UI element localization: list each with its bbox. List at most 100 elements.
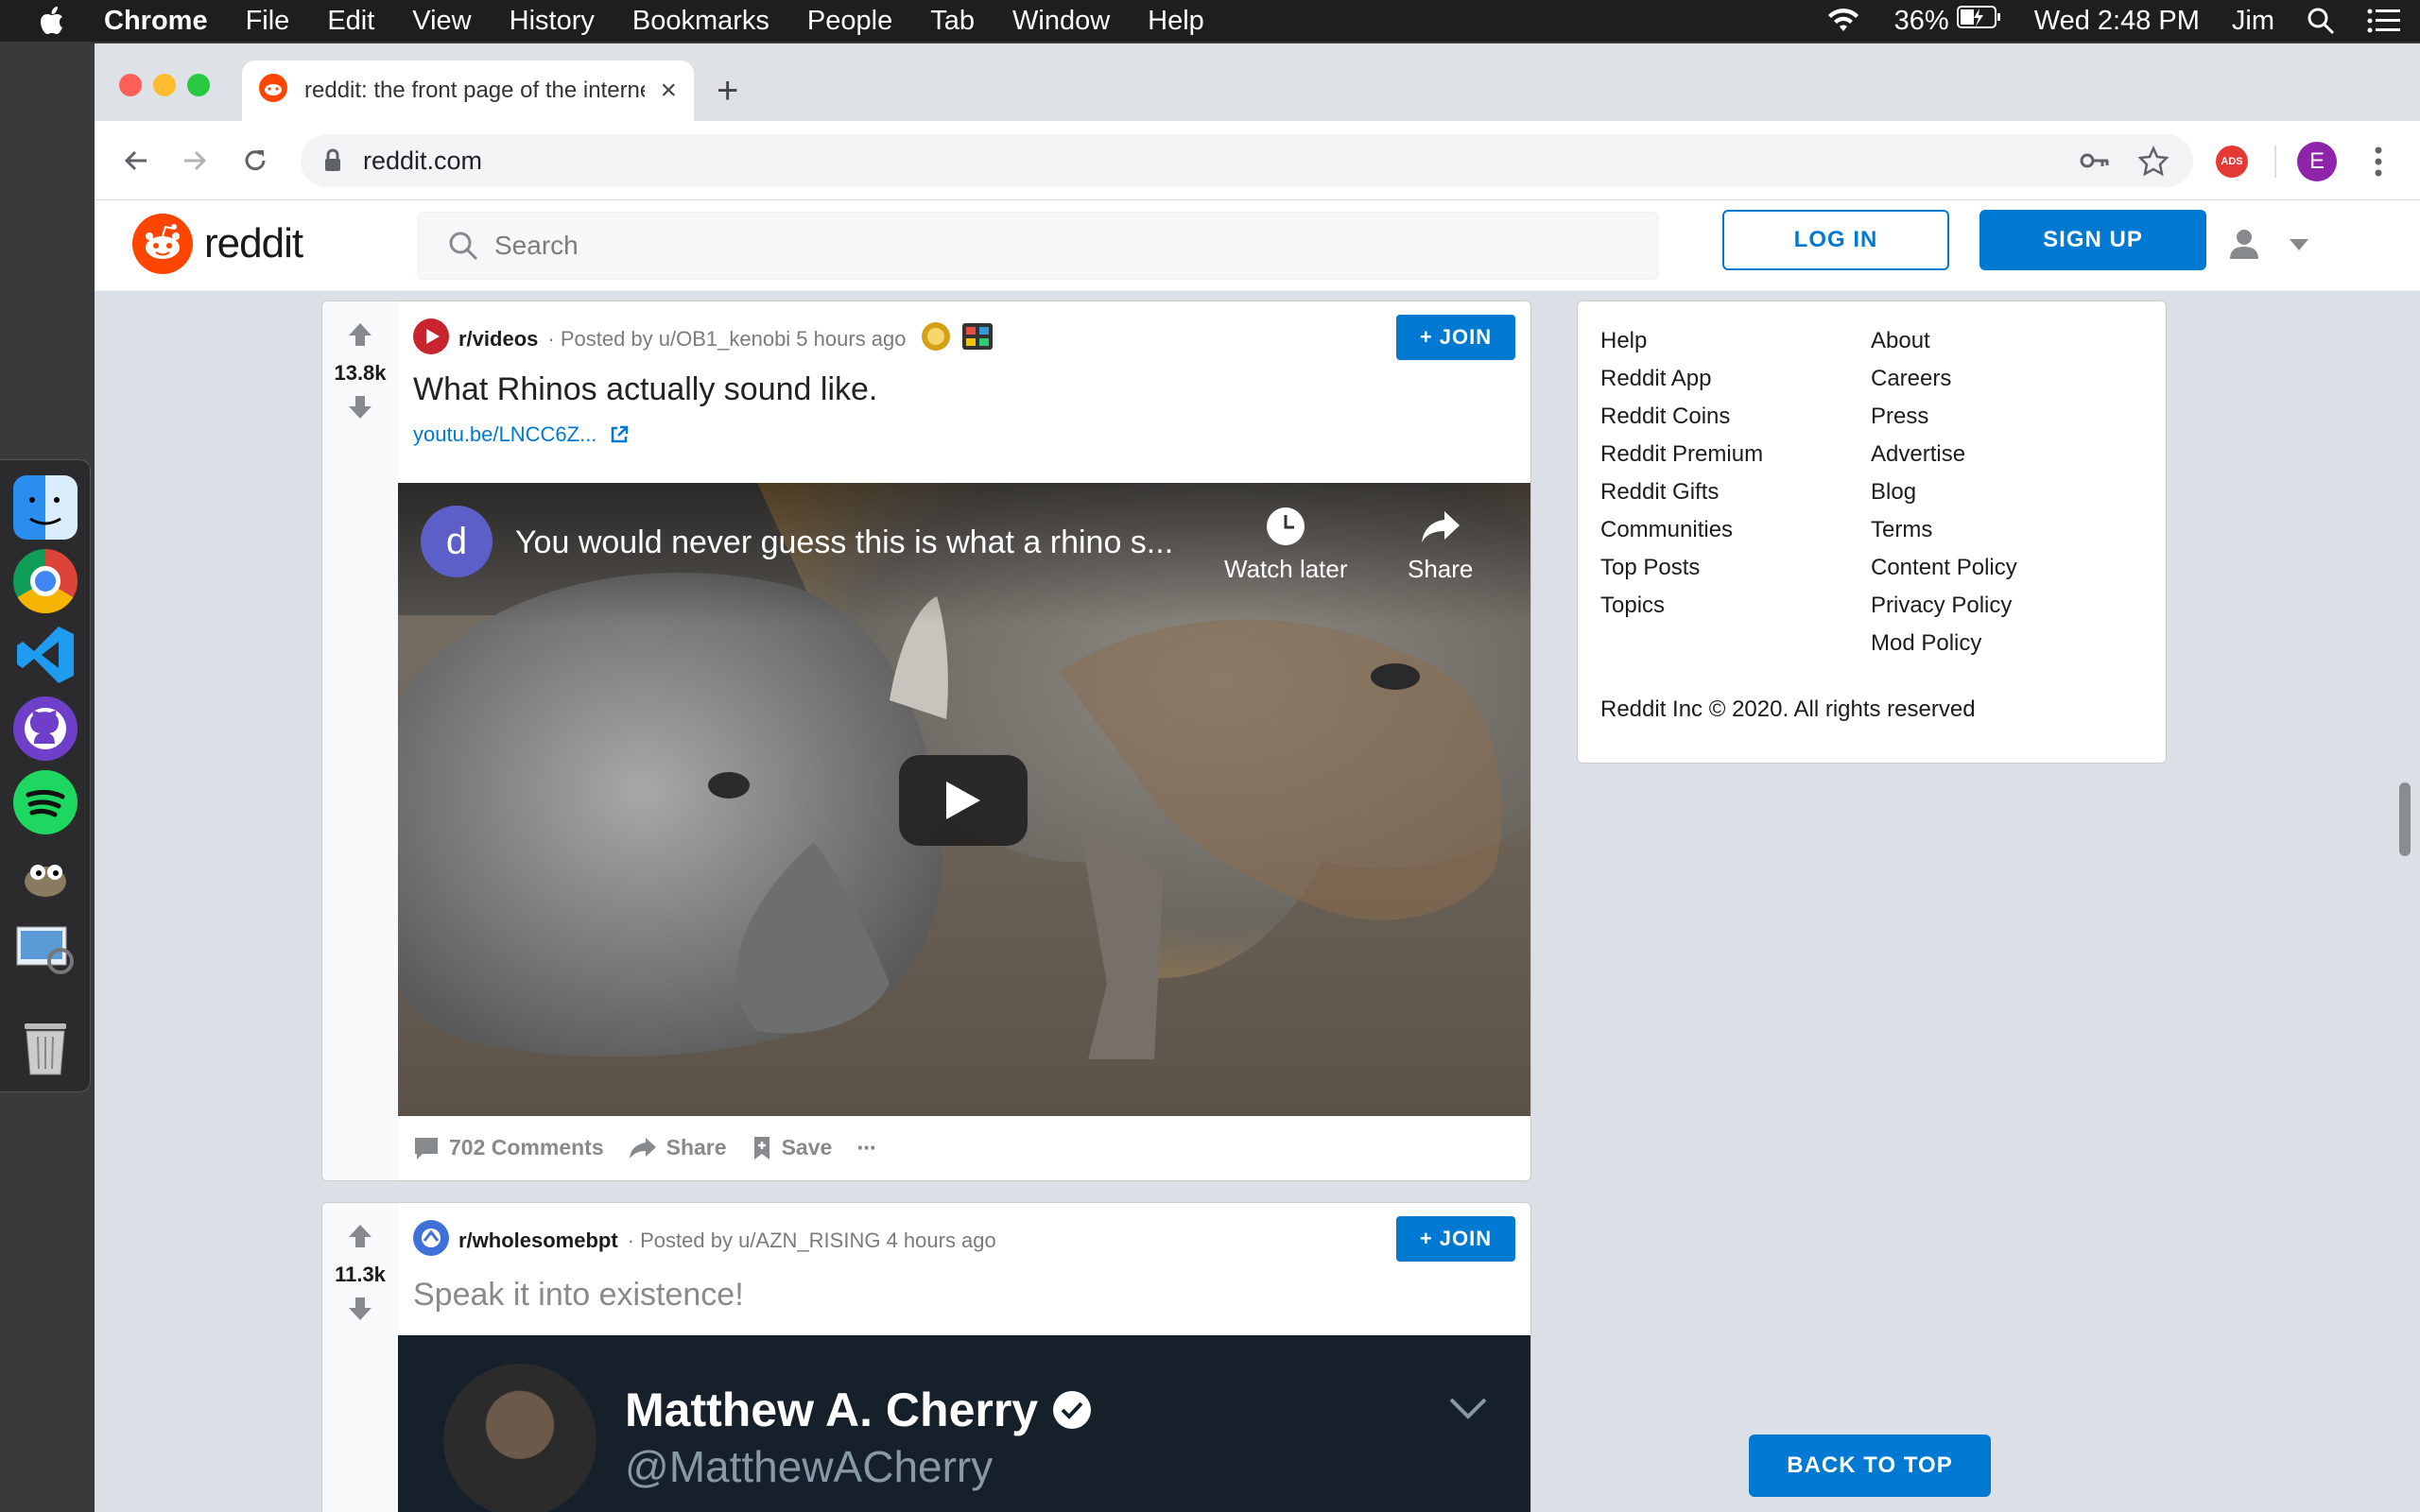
profile-avatar[interactable]: E: [2297, 142, 2337, 181]
post-title[interactable]: What Rhinos actually sound like.: [413, 371, 877, 408]
video-embed[interactable]: d You would never guess this is what a r…: [398, 483, 1530, 1116]
spotify-icon[interactable]: [13, 770, 78, 834]
log-in-button[interactable]: LOG IN: [1722, 210, 1949, 270]
sign-up-button[interactable]: SIGN UP: [1979, 210, 2206, 270]
subreddit-link[interactable]: r/wholesomebpt: [458, 1228, 618, 1253]
menu-edit[interactable]: Edit: [308, 6, 393, 37]
menu-app-chrome[interactable]: Chrome: [104, 6, 227, 37]
chrome-icon[interactable]: [13, 549, 78, 613]
upvote-icon[interactable]: [346, 1222, 374, 1255]
vote-column: 13.8k: [322, 301, 398, 1180]
minimize-window-button[interactable]: [153, 74, 176, 96]
adblock-extension-icon[interactable]: ADS: [2216, 146, 2248, 178]
sidebar-link[interactable]: Top Posts: [1600, 549, 1763, 587]
sidebar-link[interactable]: Communities: [1600, 511, 1763, 549]
close-tab-icon[interactable]: ×: [660, 75, 677, 107]
macos-dock: [0, 459, 91, 1092]
user-dropdown[interactable]: [2227, 227, 2308, 266]
back-to-top-button[interactable]: BACK TO TOP: [1749, 1435, 1991, 1497]
subreddit-link[interactable]: r/videos: [458, 327, 538, 352]
github-desktop-icon[interactable]: [13, 696, 78, 761]
more-options-icon[interactable]: ···: [856, 1133, 877, 1162]
zoom-window-button[interactable]: [187, 74, 210, 96]
close-window-button[interactable]: [119, 74, 142, 96]
award-icon[interactable]: [961, 322, 994, 356]
menu-file[interactable]: File: [227, 6, 309, 37]
post-card[interactable]: 13.8k r/videos · Posted by u/OB1_kenobi …: [321, 301, 1531, 1181]
sidebar-link[interactable]: Press: [1871, 398, 2017, 436]
bookmark-star-icon[interactable]: [2137, 145, 2169, 182]
post-card[interactable]: 11.3k r/wholesomebpt · Posted by u/AZN_R…: [321, 1202, 1531, 1512]
menu-tab[interactable]: Tab: [911, 6, 994, 37]
forward-icon[interactable]: [174, 140, 216, 181]
user-name[interactable]: Jim: [2232, 6, 2274, 37]
sidebar-link[interactable]: Privacy Policy: [1871, 587, 2017, 625]
page-scrollbar[interactable]: [2399, 782, 2411, 856]
apple-menu-icon[interactable]: [0, 7, 104, 35]
vscode-icon[interactable]: [13, 623, 78, 687]
clock[interactable]: Wed 2:48 PM: [2034, 6, 2200, 37]
sidebar-link[interactable]: Topics: [1600, 587, 1763, 625]
downvote-icon[interactable]: [346, 1295, 374, 1328]
menu-window[interactable]: Window: [994, 6, 1129, 37]
preview-icon[interactable]: [13, 918, 78, 982]
notification-center-icon[interactable]: [2367, 8, 2401, 34]
save-button[interactable]: Save: [752, 1135, 832, 1161]
reddit-header: reddit Search LOG IN SIGN UP: [95, 200, 2420, 291]
finder-icon[interactable]: [13, 475, 78, 540]
sidebar-link[interactable]: Reddit Gifts: [1600, 473, 1763, 511]
adblock-badge: ADS: [2221, 156, 2243, 167]
downvote-icon[interactable]: [346, 393, 374, 426]
sidebar-link[interactable]: Blog: [1871, 473, 2017, 511]
upvote-icon[interactable]: [346, 320, 374, 353]
posted-by[interactable]: · Posted by u/AZN_RISING 4 hours ago: [628, 1228, 996, 1253]
sidebar-link[interactable]: About: [1871, 322, 2017, 360]
password-key-icon[interactable]: [2080, 147, 2110, 180]
sidebar-link[interactable]: Reddit App: [1600, 360, 1763, 398]
new-tab-icon[interactable]: +: [717, 70, 738, 112]
search-input[interactable]: Search: [418, 212, 1658, 280]
share-button[interactable]: Share: [629, 1135, 727, 1160]
sidebar-link[interactable]: Reddit Premium: [1600, 436, 1763, 473]
trash-icon[interactable]: [13, 1016, 78, 1080]
tweet-image[interactable]: Matthew A. Cherry @MatthewACherry: [398, 1335, 1530, 1512]
reddit-logo[interactable]: reddit: [132, 214, 303, 274]
post-title[interactable]: Speak it into existence!: [413, 1277, 744, 1314]
reddit-snoo-icon: [132, 214, 193, 274]
spotlight-search-icon[interactable]: [2307, 7, 2335, 35]
sidebar-link[interactable]: Content Policy: [1871, 549, 2017, 587]
menu-history[interactable]: History: [491, 6, 614, 37]
sidebar-link[interactable]: Help: [1600, 322, 1763, 360]
address-bar[interactable]: reddit.com: [301, 134, 2193, 187]
award-icon[interactable]: [920, 320, 952, 358]
comments-button[interactable]: 702 Comments: [413, 1135, 604, 1160]
sidebar-link[interactable]: Terms: [1871, 511, 2017, 549]
toolbar-divider: [2274, 146, 2276, 178]
sidebar-link[interactable]: Reddit Coins: [1600, 398, 1763, 436]
join-button[interactable]: + JOIN: [1396, 315, 1515, 360]
menu-view[interactable]: View: [393, 6, 490, 37]
watch-later-button[interactable]: Watch later: [1224, 506, 1348, 584]
back-icon[interactable]: [115, 140, 157, 181]
wifi-icon[interactable]: [1824, 7, 1862, 35]
browser-tab[interactable]: reddit: the front page of the internet ×: [242, 60, 694, 121]
subreddit-icon[interactable]: [413, 1220, 449, 1262]
play-button[interactable]: [899, 755, 1028, 846]
post-link[interactable]: youtu.be/LNCC6Z...: [413, 422, 629, 447]
video-title[interactable]: You would never guess this is what a rhi…: [515, 524, 1173, 561]
menu-help[interactable]: Help: [1129, 6, 1223, 37]
battery-status[interactable]: 36%: [1894, 5, 2002, 37]
channel-avatar[interactable]: d: [421, 506, 493, 577]
posted-by[interactable]: · Posted by u/OB1_kenobi 5 hours ago: [547, 327, 906, 352]
sidebar-link[interactable]: Mod Policy: [1871, 625, 2017, 662]
sidebar-link[interactable]: Careers: [1871, 360, 2017, 398]
gimp-icon[interactable]: [13, 844, 78, 908]
menu-bookmarks[interactable]: Bookmarks: [614, 6, 788, 37]
chrome-menu-icon[interactable]: [2373, 144, 2384, 184]
video-share-button[interactable]: Share: [1408, 506, 1473, 584]
join-button[interactable]: + JOIN: [1396, 1216, 1515, 1262]
sidebar-link[interactable]: Advertise: [1871, 436, 2017, 473]
reload-icon[interactable]: [234, 140, 276, 181]
subreddit-icon[interactable]: [413, 318, 449, 360]
menu-people[interactable]: People: [788, 6, 911, 37]
